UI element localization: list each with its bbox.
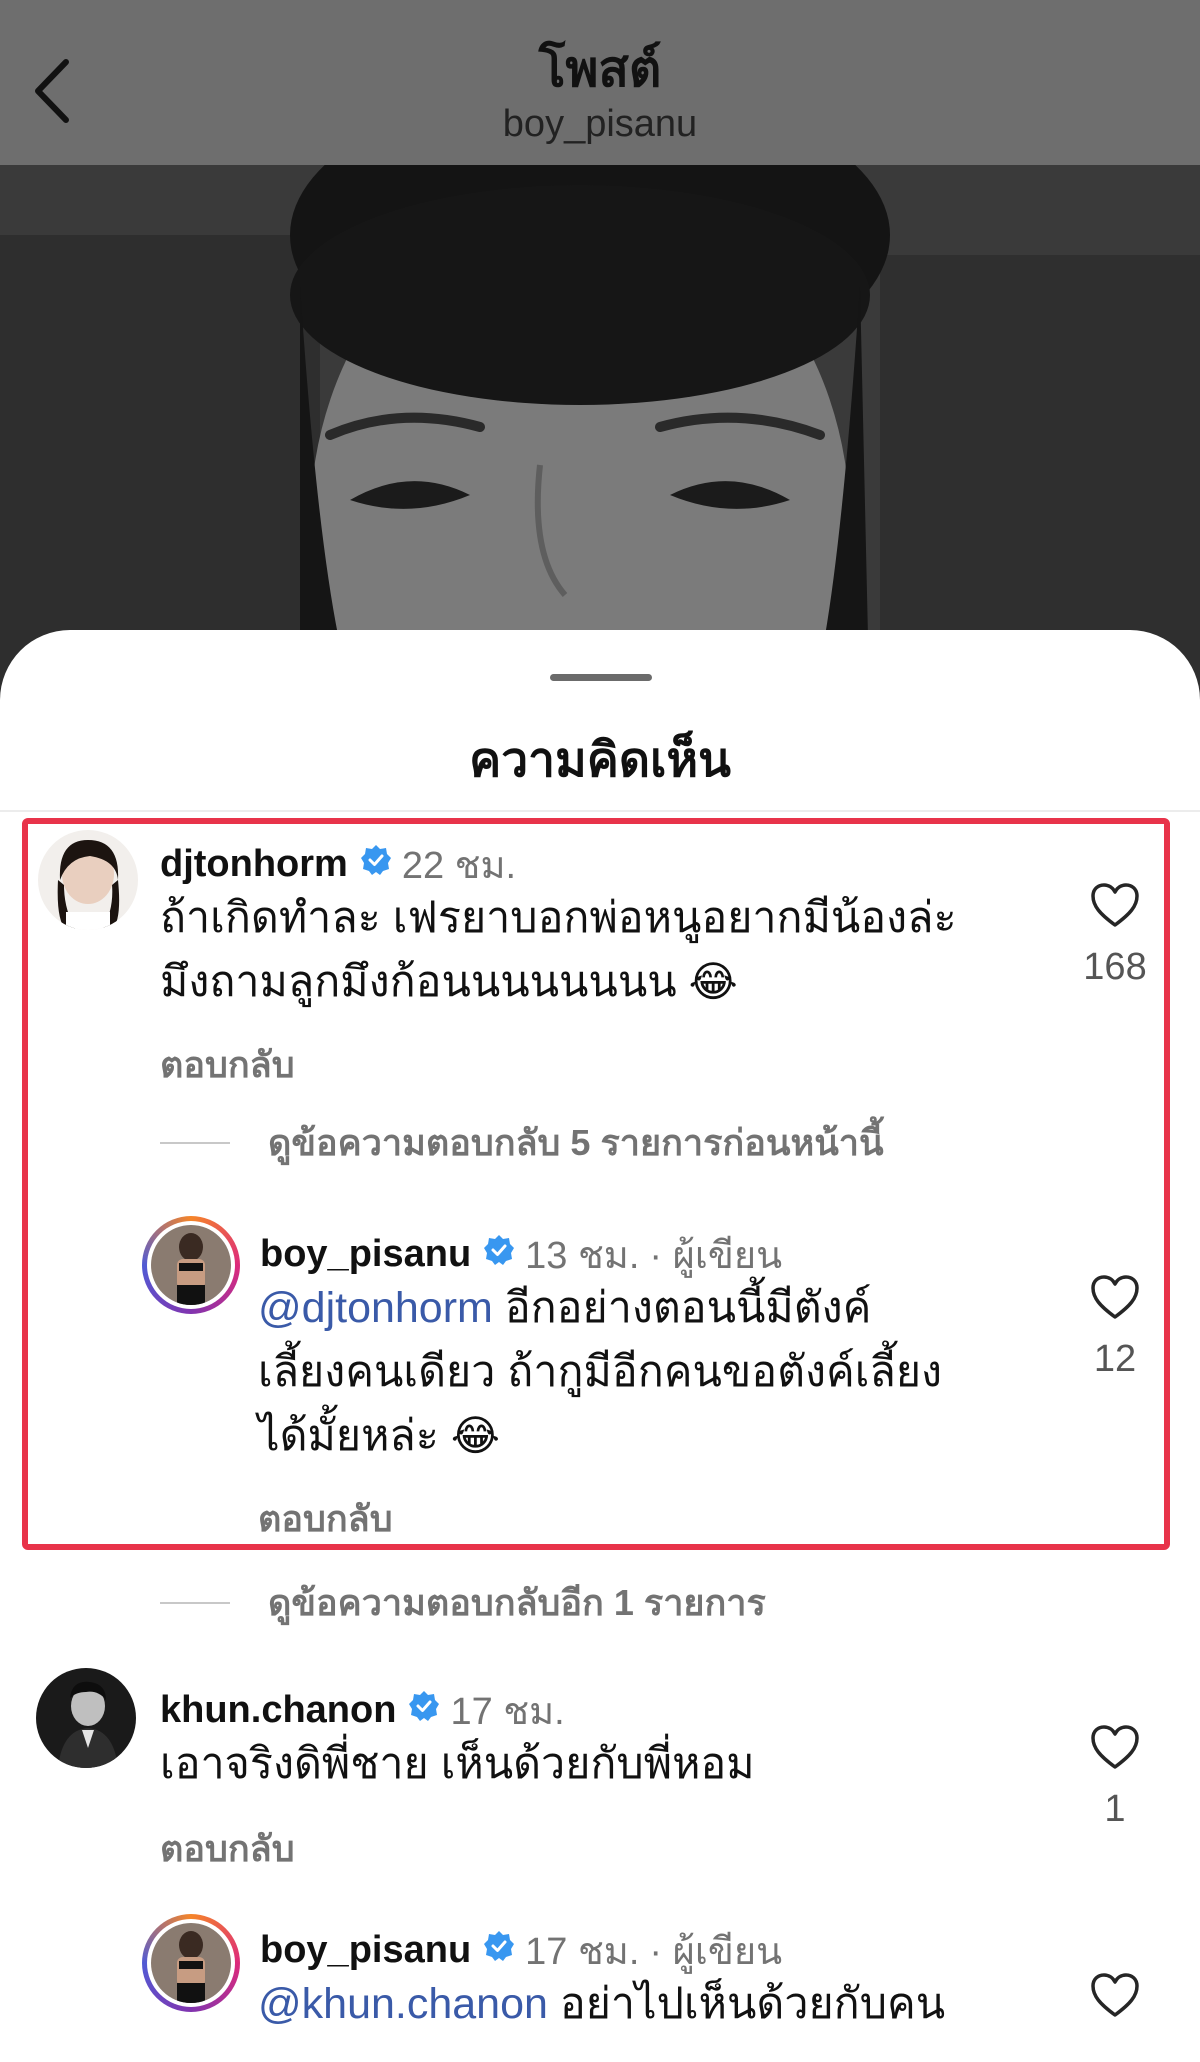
like-count: 12 — [1093, 1338, 1137, 1380]
verified-badge-icon — [408, 1689, 440, 1732]
page-subtitle-username: boy_pisanu — [502, 103, 698, 145]
comment-item: khun.chanon 17 ชม. เอาจริงดิพี่ชาย เห็นด… — [0, 1668, 1200, 1869]
comments-title: ความคิดเห็น — [469, 734, 731, 787]
verified-badge-icon — [360, 843, 392, 886]
comment-username[interactable]: djtonhorm — [160, 843, 348, 886]
like-control — [1080, 1972, 1150, 2018]
comment-username[interactable]: khun.chanon — [160, 1689, 396, 1732]
page-title: โพสต์ — [538, 41, 662, 97]
comment-text: @djtonhorm อีกอย่างตอนนี้มีตังค์ เลี้ยงค… — [258, 1276, 942, 1468]
comment-text-line: เลี้ยงคนเดียว ถ้ากูมีอีกคนขอตังค์เลี้ยง — [258, 1348, 943, 1396]
comment-text-line: มึงถามลูกมึงก้อนนนนนนนน 😂 — [160, 958, 738, 1006]
reply-thread-line — [160, 1601, 230, 1604]
view-more-replies-button[interactable]: ดูข้อความตอบกลับอีก 1 รายการ — [160, 1574, 766, 1631]
reply-button[interactable]: ตอบกลับ — [160, 1036, 295, 1093]
reply-button[interactable]: ตอบกลับ — [160, 1820, 295, 1877]
like-count: 168 — [1083, 946, 1147, 988]
divider — [0, 810, 1200, 812]
mention-link[interactable]: @djtonhorm — [258, 1284, 493, 1332]
avatar[interactable] — [36, 1668, 136, 1768]
comment-text: เอาจริงดิพี่ชาย เห็นด้วยกับพี่หอม — [160, 1732, 755, 1796]
view-previous-replies-button[interactable]: ดูข้อความตอบกลับ 5 รายการก่อนหน้านี้ — [160, 1114, 884, 1171]
heart-outline-icon[interactable] — [1090, 1274, 1140, 1320]
heart-outline-icon[interactable] — [1090, 1972, 1140, 2018]
comment-text: @khun.chanon อย่าไปเห็นด้วยกับคน — [258, 1972, 945, 2036]
comment-text-line: @khun.chanon อย่าไปเห็นด้วยกับคน — [258, 1980, 946, 2028]
comment-username[interactable]: boy_pisanu — [260, 1929, 471, 1972]
view-replies-label: ดูข้อความตอบกลับ 5 รายการก่อนหน้านี้ — [268, 1122, 884, 1163]
mention-link[interactable]: @khun.chanon — [258, 1980, 548, 2028]
laughing-emoji: 😂 — [688, 958, 738, 1005]
verified-badge-icon — [483, 1929, 515, 1972]
reply-thread-line — [160, 1141, 230, 1144]
sheet-drag-handle[interactable] — [550, 674, 652, 681]
like-count: 1 — [1104, 1788, 1126, 1830]
verified-badge-icon — [483, 1233, 515, 1276]
heart-outline-icon[interactable] — [1090, 882, 1140, 928]
view-replies-label: ดูข้อความตอบกลับอีก 1 รายการ — [268, 1582, 766, 1623]
reply-item: boy_pisanu 17 ชม. · ผู้เขียน @khun.chano… — [0, 1910, 1200, 2062]
avatar[interactable] — [38, 830, 138, 930]
avatar[interactable] — [142, 1914, 240, 2012]
like-control: 168 — [1080, 882, 1150, 989]
comment-text-line: @djtonhorm อีกอย่างตอนนี้มีตังค์ — [258, 1284, 872, 1332]
reply-button[interactable]: ตอบกลับ — [258, 1490, 393, 1547]
reply-item: boy_pisanu 13 ชม. · ผู้เขียน @djtonhorm … — [0, 1212, 1200, 1542]
heart-outline-icon[interactable] — [1090, 1724, 1140, 1770]
like-control: 12 — [1080, 1274, 1150, 1381]
comment-item: djtonhorm 22 ชม. ถ้าเกิดทำละ เฟรยาบอกพ่อ… — [0, 820, 1200, 1085]
laughing-emoji: 😂 — [450, 1412, 500, 1459]
comment-text-line: ถ้าเกิดทำละ เฟรยาบอกพ่อหนูอยากมีน้องล่ะ — [160, 894, 957, 942]
avatar[interactable] — [142, 1216, 240, 1314]
post-comments-screen: โพสต์ boy_pisanu ความคิดเห็น djtonhorm 2… — [0, 0, 1200, 2062]
top-navigation-bar: โพสต์ boy_pisanu — [0, 0, 1200, 165]
comment-username[interactable]: boy_pisanu — [260, 1233, 471, 1276]
comment-text-line: เอาจริงดิพี่ชาย เห็นด้วยกับพี่หอม — [160, 1740, 755, 1788]
comment-text-line: ได้มั้ยหล่ะ 😂 — [258, 1412, 500, 1460]
like-control: 1 — [1080, 1724, 1150, 1831]
comment-text: ถ้าเกิดทำละ เฟรยาบอกพ่อหนูอยากมีน้องล่ะ … — [160, 886, 957, 1014]
